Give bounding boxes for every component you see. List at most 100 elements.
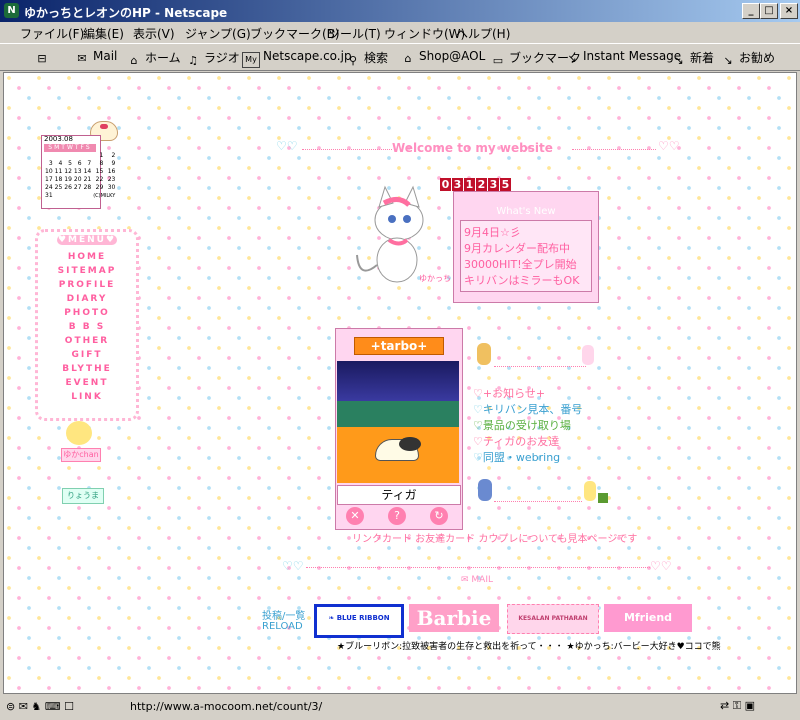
mfriend-banner[interactable]: Mfriend — [604, 604, 692, 632]
blue-ribbon-banner[interactable]: ❧ BLUE RIBBON — [314, 604, 404, 638]
heart-icon: ♡ — [473, 435, 483, 448]
toolbar-search[interactable]: ⚲ 検索 — [345, 49, 388, 68]
menu-bookmarks[interactable]: ブックマーク(B) — [250, 25, 340, 42]
card-scene — [337, 361, 459, 483]
girl-icon — [66, 421, 92, 445]
tarbo-logo: +tarbo+ — [354, 337, 444, 355]
mail-icon: ✉ — [461, 575, 469, 585]
menu-view[interactable]: 表示(V) — [133, 25, 175, 42]
maximize-button[interactable]: □ — [760, 3, 778, 19]
link-friends[interactable]: ♡ティガのお友達 — [473, 433, 559, 449]
menu-edit[interactable]: 編集(E) — [83, 25, 124, 42]
mail-icon: ✉ — [77, 52, 87, 65]
minimize-button[interactable]: _ — [742, 3, 760, 19]
sidebar-item-profile[interactable]: PROFILE — [38, 280, 136, 290]
bear-icon — [477, 343, 491, 365]
tab-toggle-icon[interactable]: ⊟ — [34, 49, 53, 66]
plant-icon — [598, 493, 608, 503]
menu-window[interactable]: ウィンドウ(W) — [384, 25, 465, 42]
link-news[interactable]: ♡+お知らせ+ — [473, 385, 545, 401]
toolbar-home[interactable]: ⌂ ホーム — [126, 49, 181, 68]
toolbar-instant-message[interactable]: ↘ Instant Message — [564, 49, 681, 66]
sidebar-item-link[interactable]: LINK — [38, 392, 136, 402]
card-name: ティガ — [337, 485, 461, 505]
welcome-title: Welcome to my website — [392, 141, 553, 155]
kesalan-banner[interactable]: KESALAN PATHARAN — [507, 604, 599, 634]
toolbar-new[interactable]: ↘ 新着 — [671, 49, 714, 68]
refresh-card-button[interactable]: ↻ — [430, 507, 448, 525]
menu-bar: ファイル(F) 編集(E) 表示(V) ジャンプ(G) ブックマーク(B) ツー… — [0, 22, 800, 42]
sidebar-item-sitemap[interactable]: SITEMAP — [38, 266, 136, 276]
barbie-banner[interactable]: Barbie — [409, 604, 499, 632]
sidebar-item-blythe[interactable]: BLYTHE — [38, 364, 136, 374]
help-card-button[interactable]: ? — [388, 507, 406, 525]
page-content: 2003.08 SMTWTFS 12 3456789 10 11 12 13 14 15 1… — [3, 72, 797, 694]
folder-icon: ▭ — [492, 54, 504, 67]
heart-icon: ♡ — [473, 403, 483, 416]
calendar: 2003.08 SMTWTFS 12 3456789 10 11 12 13 14 15 1… — [41, 135, 115, 209]
bunny-icon — [582, 345, 594, 365]
toolbar-shop[interactable]: ⌂ Shop@AOL — [400, 49, 486, 66]
ribbon-icon: ❧ — [328, 614, 335, 622]
bottom-divider: ♡♡ ♡♡ — [282, 559, 682, 573]
link-webring[interactable]: ♡同盟・webring — [473, 449, 560, 465]
link-prize[interactable]: ♡景品の受け取り場 — [473, 417, 571, 433]
sidebar-item-bbs[interactable]: B B S — [38, 322, 136, 332]
tarbo-card: +tarbo+ ティガ ✕ ? ↻ — [335, 328, 463, 530]
menu-file[interactable]: ファイル(F) — [20, 25, 84, 42]
sidebar-item-gift[interactable]: GIFT — [38, 350, 136, 360]
heart-icon: ♡♡ — [276, 139, 298, 153]
card-note: リンクカード お友達カード カウプレについても見本ページです — [352, 534, 638, 545]
hit-counter: 031235 — [440, 178, 511, 191]
toolbar-recommend[interactable]: ↘ お勧め — [720, 49, 775, 68]
window-title: ゆかっちとレオンのHP - Netscape — [24, 6, 228, 20]
title-bar: N ゆかっちとレオンのHP - Netscape _ □ × — [0, 0, 800, 22]
toolbar-mail[interactable]: ✉ Mail — [74, 49, 117, 66]
home-icon: ⌂ — [130, 54, 138, 67]
heart-icon: ♡♡ — [282, 559, 304, 573]
whats-new-box: What's New 9月4日☆彡 9月カレンダー配布中 30000HIT!全プ… — [453, 191, 599, 303]
heart-icon: ♡ — [473, 419, 483, 432]
my-icon: My — [242, 52, 260, 68]
sidebar-item-event[interactable]: EVENT — [38, 378, 136, 388]
side-menu: ♥MENU♥ HOME SITEMAP PROFILE DIARY PHOTO … — [35, 229, 139, 421]
ryoma-button[interactable]: りょうま — [62, 488, 104, 504]
sidebar-item-photo[interactable]: PHOTO — [38, 308, 136, 318]
calendar-month: 2003.08 — [44, 135, 73, 143]
heart-icon: ♡ — [473, 451, 483, 464]
yukachan-button[interactable]: ゆかchan — [61, 448, 101, 462]
calendar-grid: 12 3456789 10 11 12 13 14 15 16 17 18 19 20 21 22 23… — [45, 152, 116, 199]
post-list-link[interactable]: 投稿/一覧 — [262, 607, 305, 622]
menu-help[interactable]: ヘルプ(H) — [456, 25, 510, 42]
link-icon: ↘ — [567, 52, 577, 65]
status-url: http://www.a-mocoom.net/count/3/ — [130, 700, 323, 713]
close-card-button[interactable]: ✕ — [346, 507, 364, 525]
welcome-line: ♡♡ Welcome to my website ♡♡ — [276, 139, 686, 155]
personal-toolbar: ⊟ ✉ Mail ⌂ ホーム ♫ ラジオ My Netscape.co.jp ⚲ 検索 ⌂… — [0, 43, 800, 71]
link-icon: ↘ — [674, 54, 684, 67]
calendar-weekdays: SMTWTFS — [44, 144, 96, 152]
sidebar-item-other[interactable]: OTHER — [38, 336, 136, 346]
heart-icon: ♡ — [473, 387, 483, 400]
heart-icon: ♡♡ — [650, 559, 672, 573]
footer-note: ★ブルーリボン:拉致被害者の生存と救出を祈って・・・ ★ゆかっち:バービー大好き… — [337, 642, 721, 652]
duck-icon — [584, 481, 596, 501]
reload-link[interactable]: RELOAD — [262, 621, 303, 632]
netscape-icon: N — [4, 3, 19, 18]
close-button[interactable]: × — [780, 3, 798, 19]
toolbar-radio[interactable]: ♫ ラジオ — [185, 49, 240, 68]
whats-new-title: What's New — [496, 206, 556, 217]
link-kiriban[interactable]: ♡キリバン見本、番号 — [473, 401, 582, 417]
heart-icon: ♡♡ — [658, 139, 680, 153]
menu-go[interactable]: ジャンプ(G) — [185, 25, 251, 42]
status-icons: ⊜ ✉ ♞ ⌨ ☐ — [6, 700, 75, 713]
toolbar-netscape[interactable]: My Netscape.co.jp — [242, 49, 352, 68]
mail-link[interactable]: ✉ MAIL — [461, 575, 493, 585]
sidebar-item-home[interactable]: HOME — [38, 252, 136, 262]
connection-icons: ⇄ ⚿ ▣ — [720, 699, 755, 712]
duck-icon — [478, 479, 492, 501]
shop-icon: ⌂ — [404, 52, 412, 65]
mascot-caption: ゆかっち — [419, 274, 451, 283]
sidebar-item-diary[interactable]: DIARY — [38, 294, 136, 304]
menu-tools[interactable]: ツール(T) — [328, 25, 381, 42]
